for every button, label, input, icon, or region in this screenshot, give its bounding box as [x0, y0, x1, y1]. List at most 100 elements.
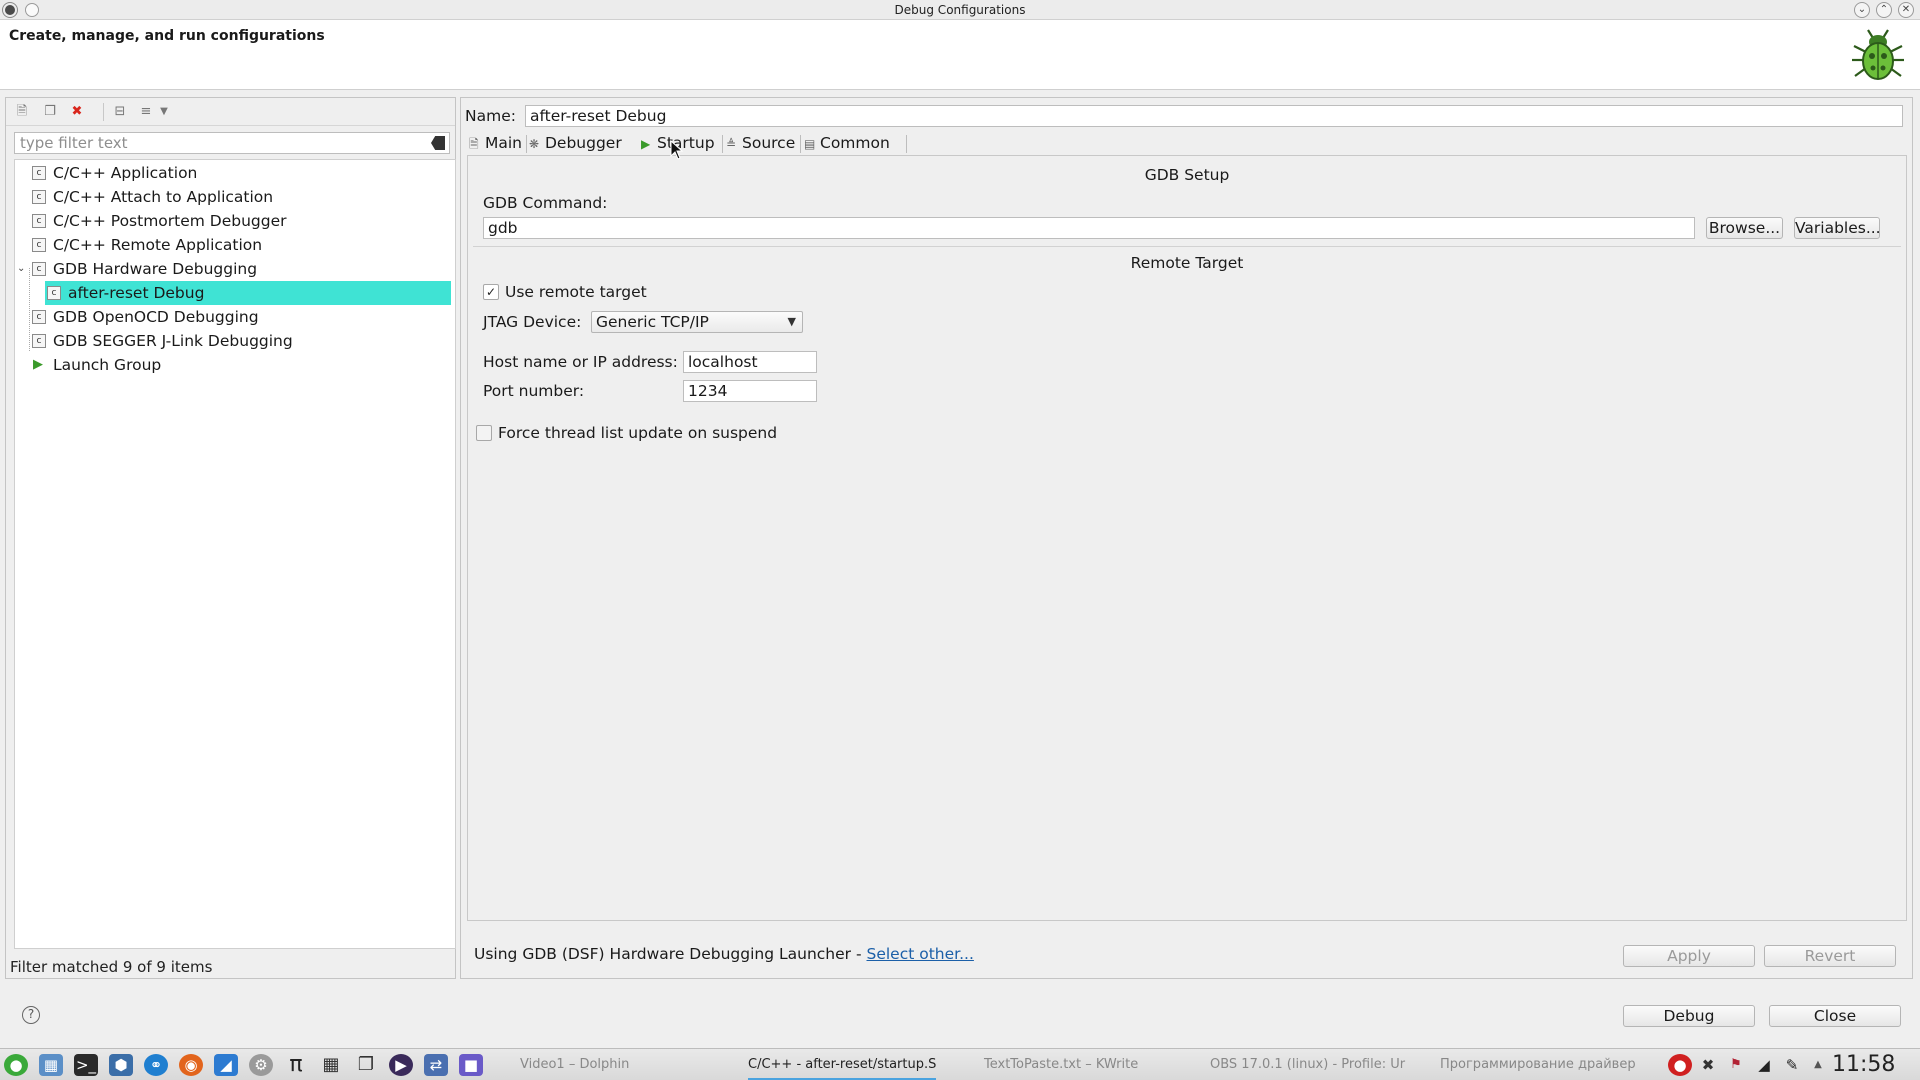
tree-item[interactable]: c C/C++ Application	[15, 161, 455, 185]
file-manager-icon[interactable]: ▦	[39, 1054, 63, 1076]
tab-label: Common	[820, 134, 890, 152]
tab-label: Main	[485, 134, 523, 152]
tab-separator	[526, 135, 527, 153]
task-label: OBS 17.0.1 (linux) - Profile: Ur	[1210, 1057, 1406, 1072]
debugger-tab-content: GDB Setup GDB Command: gdb Browse... Var…	[467, 155, 1907, 921]
debug-bug-icon	[1852, 29, 1904, 80]
task-label: Video1 – Dolphin	[520, 1057, 630, 1072]
task-label: TextToPaste.txt – KWrite	[984, 1057, 1139, 1072]
tree-item[interactable]: c GDB OpenOCD Debugging	[15, 305, 455, 329]
chevron-down-icon[interactable]: ⌄	[17, 257, 25, 281]
revert-button[interactable]: Revert	[1764, 945, 1896, 967]
tray-expand-icon[interactable]: ▲	[1806, 1054, 1830, 1076]
remote-target-divider	[473, 246, 1901, 247]
gdb-command-label: GDB Command:	[483, 194, 608, 212]
tree-item-selected[interactable]: c after-reset Debug	[15, 281, 455, 305]
volume-icon[interactable]: ◢	[1752, 1054, 1776, 1076]
task-browser[interactable]: Программирование драйвер	[1440, 1057, 1636, 1072]
tab-separator	[800, 135, 801, 153]
port-label: Port number:	[483, 382, 585, 400]
remote-target-title: Remote Target	[1130, 254, 1244, 272]
configuration-tree: c C/C++ Application c C/C++ Attach to Ap…	[14, 159, 456, 949]
tab-common[interactable]: ▤ Common	[804, 131, 896, 155]
window-title: Debug Configurations	[894, 3, 1026, 17]
jtag-device-select[interactable]: Generic TCP/IP ▼	[591, 311, 803, 333]
maximize-icon[interactable]: ⌃	[1876, 2, 1892, 18]
host-label: Host name or IP address:	[483, 353, 678, 371]
tab-debugger[interactable]: ❋ Debugger	[529, 131, 622, 155]
pi-icon[interactable]: π	[284, 1054, 308, 1076]
browse-button[interactable]: Browse...	[1706, 217, 1783, 239]
port-field[interactable]: 1234	[683, 380, 817, 402]
filter-menu-chevron-down-icon[interactable]: ▼	[156, 104, 172, 120]
gdb-command-field[interactable]: gdb	[483, 217, 1695, 239]
use-remote-target-label: Use remote target	[505, 283, 647, 301]
browser-icon[interactable]: ⚭	[144, 1054, 168, 1076]
apply-button[interactable]: Apply	[1623, 945, 1755, 967]
teams-icon[interactable]: ■	[459, 1054, 483, 1076]
network-icon[interactable]: ⇄	[424, 1054, 448, 1076]
tab-label: Source	[742, 134, 796, 152]
new-configuration-icon[interactable]: 🗎	[14, 104, 30, 120]
use-remote-target-checkbox[interactable]: ✓	[483, 284, 499, 300]
tree-item-label: after-reset Debug	[68, 284, 205, 302]
task-dolphin[interactable]: Video1 – Dolphin	[520, 1057, 629, 1072]
jtag-device-value: Generic TCP/IP	[596, 313, 709, 331]
tree-item[interactable]: ▶ Launch Group	[15, 353, 455, 377]
tree-item-label: C/C++ Postmortem Debugger	[53, 212, 287, 230]
force-thread-checkbox[interactable]	[476, 425, 492, 441]
app-menu-icon[interactable]: ●	[4, 1054, 28, 1076]
firefox-icon[interactable]: ◉	[179, 1054, 203, 1076]
record-icon[interactable]: ●	[1668, 1054, 1692, 1076]
tree-item-label: GDB SEGGER J-Link Debugging	[53, 332, 293, 350]
filter-status: Filter matched 9 of 9 items	[10, 958, 213, 976]
variables-button[interactable]: Variables...	[1794, 217, 1881, 239]
us-flag-icon[interactable]: ⚑	[1724, 1054, 1748, 1076]
tree-item[interactable]: c C/C++ Attach to Application	[15, 185, 455, 209]
tree-item-label: C/C++ Application	[53, 164, 198, 182]
select-other-link[interactable]: Select other...	[867, 945, 974, 963]
close-button[interactable]: Close	[1769, 1005, 1901, 1027]
host-field[interactable]: localhost	[683, 351, 817, 373]
tree-item[interactable]: c C/C++ Postmortem Debugger	[15, 209, 455, 233]
clear-filter-icon[interactable]	[431, 136, 445, 150]
main-tab-icon: 🗎	[469, 137, 479, 151]
media-player-icon[interactable]: ▶	[389, 1054, 413, 1076]
tab-main[interactable]: 🗎 Main	[469, 131, 525, 155]
debug-button[interactable]: Debug	[1623, 1005, 1755, 1027]
delete-configuration-icon[interactable]: ✖	[69, 104, 85, 120]
close-window-icon[interactable]: ✕	[1898, 2, 1914, 18]
source-tab-icon: ≜	[726, 137, 737, 151]
minimize-icon[interactable]: ⌄	[1854, 2, 1870, 18]
tree-item-label: GDB Hardware Debugging	[53, 260, 258, 278]
tools-icon[interactable]: ✖	[1696, 1054, 1720, 1076]
filter-configurations-icon[interactable]: ≡	[138, 104, 154, 120]
task-obs[interactable]: OBS 17.0.1 (linux) - Profile: Ur	[1210, 1057, 1405, 1072]
pen-icon[interactable]: ✎	[1780, 1054, 1804, 1076]
tree-item[interactable]: c C/C++ Remote Application	[15, 233, 455, 257]
common-tab-icon: ▤	[804, 137, 816, 151]
ide-icon[interactable]: ◢	[214, 1054, 238, 1076]
filter-field[interactable]	[14, 132, 450, 154]
package-icon[interactable]: ⬢	[109, 1054, 133, 1076]
gdb-setup-title: GDB Setup	[1144, 166, 1230, 184]
tree-item[interactable]: c GDB SEGGER J-Link Debugging	[15, 329, 455, 353]
settings-gear-icon[interactable]: ⚙	[249, 1054, 273, 1076]
c-config-icon: c	[32, 214, 46, 228]
task-label: Программирование драйвер	[1440, 1057, 1636, 1072]
help-icon[interactable]: ?	[22, 1006, 40, 1024]
filter-input[interactable]	[15, 133, 415, 153]
task-kwrite[interactable]: TextToPaste.txt – KWrite	[984, 1057, 1138, 1072]
configurations-panel: 🗎 ❐ ✖ ⊟ ≡ ▼ c C/C++ Application c C/C++ …	[5, 97, 456, 979]
terminal-icon[interactable]: >_	[74, 1054, 98, 1076]
tree-item-label: GDB OpenOCD Debugging	[53, 308, 259, 326]
duplicate-configuration-icon[interactable]: ❐	[42, 104, 58, 120]
tab-source[interactable]: ≜ Source	[726, 131, 798, 155]
name-label: Name:	[465, 107, 516, 125]
tree-item[interactable]: ⌄ c GDB Hardware Debugging	[15, 257, 455, 281]
windows-icon[interactable]: ❐	[354, 1054, 378, 1076]
task-eclipse[interactable]: C/C++ - after-reset/startup.S	[748, 1057, 937, 1080]
calculator-icon[interactable]: ▦	[319, 1054, 343, 1076]
name-field[interactable]: after-reset Debug	[525, 105, 1903, 127]
collapse-all-icon[interactable]: ⊟	[112, 104, 128, 120]
